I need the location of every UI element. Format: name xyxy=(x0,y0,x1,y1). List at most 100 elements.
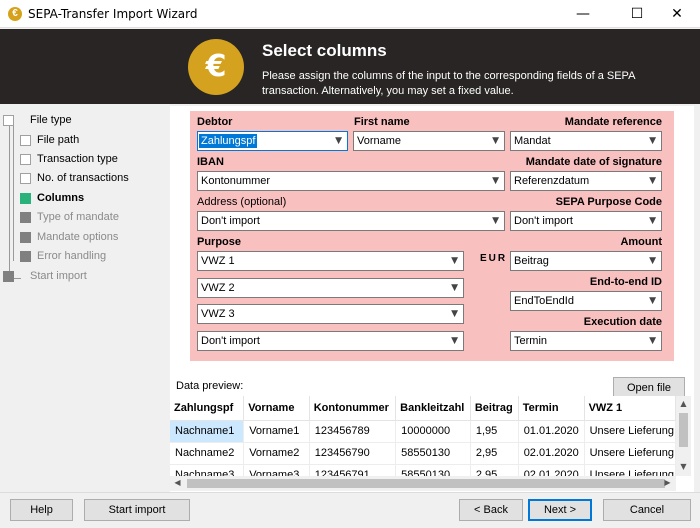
table-cell[interactable]: 58550130 xyxy=(395,442,471,465)
table-cell[interactable]: Vorname2 xyxy=(243,442,310,465)
table-cell[interactable]: 2,95 xyxy=(470,464,519,476)
iban-label: IBAN xyxy=(197,156,224,168)
column-header[interactable]: VWZ 1 xyxy=(584,396,676,421)
minimize-icon[interactable]: — xyxy=(560,0,606,28)
step-pending-icon xyxy=(20,250,31,262)
wizard-header: € Select columns Please assign the colum… xyxy=(0,29,700,104)
step-checkbox-icon xyxy=(20,153,31,165)
table-cell-selected[interactable]: Nachname1 xyxy=(170,420,245,443)
first-name-select[interactable]: Vorname ▼ xyxy=(353,131,505,151)
amount-label: Amount xyxy=(620,236,662,248)
step-checkbox-icon xyxy=(3,114,14,126)
chevron-down-icon: ▼ xyxy=(649,296,656,306)
column-header[interactable]: Kontonummer xyxy=(309,396,397,421)
amount-select[interactable]: Beitrag ▼ xyxy=(510,251,662,271)
table-cell[interactable]: Vorname1 xyxy=(243,420,310,443)
chevron-down-icon: ▼ xyxy=(451,283,458,293)
end-to-end-select[interactable]: EndToEndId ▼ xyxy=(510,291,662,311)
scroll-left-icon[interactable]: ◀ xyxy=(170,478,185,487)
purpose-code-select[interactable]: Don't import ▼ xyxy=(510,211,662,231)
back-button[interactable]: < Back xyxy=(459,499,523,521)
scroll-thumb[interactable] xyxy=(187,479,665,488)
chevron-down-icon: ▼ xyxy=(492,216,499,226)
end-to-end-label: End-to-end ID xyxy=(589,276,662,288)
close-icon[interactable]: ✕ xyxy=(654,0,700,28)
chevron-down-icon: ▼ xyxy=(649,336,656,346)
table-cell[interactable]: 01.01.2020 xyxy=(518,420,585,443)
chevron-down-icon: ▼ xyxy=(451,256,458,266)
mandate-date-select[interactable]: Referenzdatum ▼ xyxy=(510,171,662,191)
column-header[interactable]: Bankleitzahl xyxy=(395,396,471,421)
horizontal-scrollbar[interactable]: ◀ ▶ xyxy=(170,476,676,491)
step-start-import: Start import xyxy=(3,269,87,283)
table-cell[interactable]: 02.01.2020 xyxy=(518,464,585,476)
purpose-code-label: SEPA Purpose Code xyxy=(555,196,662,208)
title-bar: € SEPA-Transfer Import Wizard — ☐ ✕ xyxy=(0,0,700,28)
table-cell[interactable]: 02.01.2020 xyxy=(518,442,585,465)
table-cell[interactable]: Nachname3 xyxy=(170,464,245,476)
purpose-2-select[interactable]: VWZ 2 ▼ xyxy=(197,278,464,298)
step-pending-icon xyxy=(20,211,31,223)
next-button[interactable]: Next > xyxy=(528,499,592,521)
page-subtitle: Please assign the columns of the input t… xyxy=(262,70,635,97)
table-cell[interactable]: 123456791 xyxy=(309,464,397,476)
purpose-label: Purpose xyxy=(197,236,242,248)
data-preview-label: Data preview: xyxy=(176,380,244,392)
table-cell[interactable]: 2,95 xyxy=(470,442,519,465)
column-header[interactable]: Termin xyxy=(518,396,585,421)
table-cell[interactable]: Vorname3 xyxy=(243,464,310,476)
currency-label: EUR xyxy=(480,253,508,264)
execution-date-select[interactable]: Termin ▼ xyxy=(510,331,662,351)
table-cell[interactable]: 123456790 xyxy=(309,442,397,465)
step-file-type: File type xyxy=(3,113,72,127)
start-import-button[interactable]: Start import xyxy=(84,499,190,521)
app-euro-icon: € xyxy=(8,7,22,21)
table-row: Nachname1 Vorname1 123456789 10000000 1,… xyxy=(170,420,676,443)
scroll-right-icon[interactable]: ▶ xyxy=(660,478,675,487)
data-preview-table: Zahlungspf Vorname Kontonummer Bankleitz… xyxy=(170,396,676,476)
column-header[interactable]: Beitrag xyxy=(470,396,519,421)
chevron-down-icon: ▼ xyxy=(492,136,499,146)
table-row: Nachname3 Vorname3 123456791 58550130 2,… xyxy=(170,464,676,476)
table-cell[interactable]: 1,95 xyxy=(470,420,519,443)
purpose-3-select[interactable]: VWZ 3 ▼ xyxy=(197,304,464,324)
help-button[interactable]: Help xyxy=(10,499,73,521)
step-mandate-options: Mandate options xyxy=(20,230,118,244)
step-columns: Columns xyxy=(20,191,84,205)
step-transaction-type: Transaction type xyxy=(20,152,118,166)
page-title: Select columns xyxy=(262,41,387,60)
chevron-down-icon: ▼ xyxy=(451,336,458,346)
mandate-reference-label: Mandate reference xyxy=(564,116,662,128)
step-pending-icon xyxy=(3,270,14,282)
vertical-scrollbar[interactable]: ▲ ▼ xyxy=(676,396,691,476)
table-cell[interactable]: Nachname2 xyxy=(170,442,245,465)
cancel-button[interactable]: Cancel xyxy=(603,499,691,521)
table-cell[interactable]: Unsere Lieferung xyxy=(584,464,676,476)
address-label: Address (optional) xyxy=(197,196,287,208)
chevron-down-icon: ▼ xyxy=(492,176,499,186)
debtor-select[interactable]: Zahlungspf ▼ xyxy=(197,131,348,151)
step-active-icon xyxy=(20,192,31,204)
table-cell[interactable]: 10000000 xyxy=(395,420,471,443)
step-pending-icon xyxy=(20,231,31,243)
table-cell[interactable]: 58550130 xyxy=(395,464,471,476)
scroll-up-icon[interactable]: ▲ xyxy=(676,399,691,408)
scroll-thumb[interactable] xyxy=(679,413,688,447)
debtor-label: Debtor xyxy=(197,116,233,128)
column-header[interactable]: Vorname xyxy=(243,396,310,421)
step-no-of-transactions: No. of transactions xyxy=(20,171,129,185)
step-error-handling: Error handling xyxy=(20,249,106,263)
table-cell[interactable]: Unsere Lieferung xyxy=(584,442,676,465)
iban-select[interactable]: Kontonummer ▼ xyxy=(197,171,505,191)
scroll-down-icon[interactable]: ▼ xyxy=(676,462,691,471)
address-select[interactable]: Don't import ▼ xyxy=(197,211,505,231)
table-cell[interactable]: Unsere Lieferung xyxy=(584,420,676,443)
purpose-1-select[interactable]: VWZ 1 ▼ xyxy=(197,251,464,271)
step-file-path: File path xyxy=(20,133,79,147)
mandate-reference-select[interactable]: Mandat ▼ xyxy=(510,131,662,151)
table-cell[interactable]: 123456789 xyxy=(309,420,397,443)
purpose-4-select[interactable]: Don't import ▼ xyxy=(197,331,464,351)
euro-coin-icon: € xyxy=(188,39,244,95)
chevron-down-icon: ▼ xyxy=(335,136,342,146)
column-header[interactable]: Zahlungspf xyxy=(170,396,245,421)
